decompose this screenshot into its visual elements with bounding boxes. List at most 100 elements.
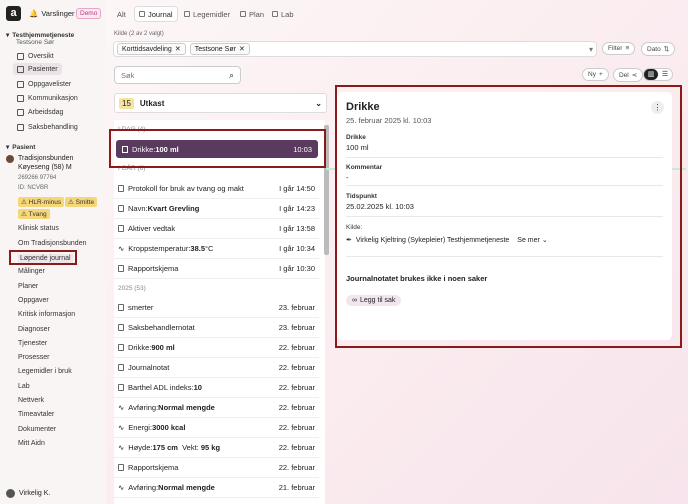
draft-section[interactable]: 15 Utkast ⌄	[114, 93, 327, 113]
user-menu[interactable]: Virkelig K.	[6, 489, 50, 498]
list-item[interactable]: Navn: Kvart Grevling I går 14:23	[114, 199, 319, 219]
source-row: ✒ Virkelig Kjeltring (Sykepleier) Testhj…	[346, 236, 548, 245]
chevron-down-icon[interactable]: ▾	[589, 45, 593, 54]
sidebar-item-kommunikasjon[interactable]: Kommunikasjon	[13, 92, 82, 104]
patient-link-kritisk[interactable]: Kritisk informasjon	[18, 311, 75, 318]
avatar	[6, 489, 15, 498]
tab-legemidler[interactable]: Legemidler	[180, 6, 234, 22]
patient-link-nettverk[interactable]: Nettverk	[18, 397, 44, 404]
list-item[interactable]: Rapportskjema 22. februar	[114, 458, 319, 478]
list-item[interactable]: ∿ Avføring: Normal mengde 21. februar	[114, 478, 319, 498]
detail-subtitle: 25. februar 2025 kl. 10:03	[346, 116, 432, 125]
list-item[interactable]: Protokoll for bruk av tvang og makt I går…	[114, 179, 319, 199]
close-icon[interactable]: ✕	[239, 45, 245, 53]
list-view-icon[interactable]: ☰	[658, 69, 672, 80]
pulse-icon: ∿	[118, 483, 125, 492]
field-label: Kilde:	[346, 224, 363, 231]
patient-link-diagnoser[interactable]: Diagnoser	[18, 326, 50, 333]
smitte-badge: ⚠ Smitte	[65, 197, 98, 207]
lab-icon	[272, 11, 278, 17]
date-button[interactable]: Dato ⇅	[641, 42, 676, 56]
org-subtitle: Testsone Sør	[16, 39, 55, 46]
note-icon	[118, 324, 124, 331]
list-item[interactable]: Barthel ADL indeks: 10 22. februar	[114, 378, 319, 398]
search-input[interactable]	[121, 70, 221, 80]
field-label: Kommentar	[346, 164, 383, 171]
list-item[interactable]: ∿ Kroppstemperatur: 38.5 °C I går 10:34	[114, 239, 319, 259]
filter-chip[interactable]: Korttidsavdeling ✕	[117, 43, 186, 55]
share-button[interactable]: Del ⋖	[613, 68, 644, 82]
section-year: 2025 (53)	[118, 285, 146, 292]
list-item[interactable]: ∿ Energi: 3000 kcal 22. februar	[114, 418, 319, 438]
patient-link-malinger[interactable]: Målinger	[18, 268, 45, 275]
split-view-icon[interactable]: ▥	[644, 69, 658, 80]
list-item[interactable]: ∿ Høyde: 175 cm Vekt: 95 kg 22. februar	[114, 438, 319, 458]
share-icon: ⋖	[631, 72, 638, 79]
patient-link-timeavtaler[interactable]: Timeavtaler	[18, 411, 54, 418]
filter-chip[interactable]: Testsone Sør ✕	[189, 43, 250, 55]
tvang-badge: ⚠ Tvang	[18, 209, 50, 219]
list-item[interactable]: Rapportskjema I går 10:30	[114, 259, 319, 279]
journal-icon	[139, 11, 145, 17]
detail-title: Drikke	[346, 101, 380, 113]
note-icon	[118, 265, 124, 272]
add-case-button[interactable]: ∞ Legg til sak	[346, 295, 402, 306]
divider	[346, 157, 663, 158]
tab-journal[interactable]: Journal	[134, 6, 178, 22]
divider	[346, 185, 663, 186]
source-filter[interactable]: Korttidsavdeling ✕ Testsone Sør ✕ ▾	[113, 41, 597, 57]
notifications-button[interactable]: 🔔 Varslinger	[29, 9, 75, 18]
patient-link-dokumenter[interactable]: Dokumenter	[18, 426, 56, 433]
app-logo[interactable]: a	[6, 6, 21, 21]
list-item[interactable]: Aktiver vedtak I går 13:58	[114, 219, 319, 239]
journal-list: I DAG (4) Drikke: 100 ml 10:03 I GÅR (6)…	[114, 120, 325, 504]
patient-link-prosesser[interactable]: Prosesser	[18, 354, 50, 361]
see-more-link[interactable]: Se mer ⌄	[517, 236, 547, 244]
search-icon: ⌕	[228, 69, 234, 80]
patient-link-om[interactable]: Om Tradisjonsbunden	[18, 240, 86, 247]
sidebar-item-pasienter[interactable]: Pasienter	[13, 63, 62, 75]
warning-icon: ⚠	[68, 199, 74, 206]
chat-icon	[17, 94, 24, 102]
list-item[interactable]: smerter 23. februar	[114, 298, 319, 318]
list-item[interactable]: Saksbehandlernotat 23. februar	[114, 318, 319, 338]
highlight-box-list	[109, 129, 326, 168]
patient-link-tjenester[interactable]: Tjenester	[18, 340, 47, 347]
patient-link-mitt-aidn[interactable]: Mitt Aidn	[18, 440, 45, 447]
warning-icon: ⚠	[21, 211, 27, 218]
patient-link-legemidler[interactable]: Legemidler i bruk	[18, 368, 72, 375]
patient-link-klinisk-status[interactable]: Klinisk status	[18, 225, 59, 232]
patient-id: 269266 97764	[18, 175, 57, 181]
filter-button[interactable]: Filter ≡	[602, 42, 636, 55]
tab-plan[interactable]: Plan	[236, 6, 268, 22]
tab-lab[interactable]: Lab	[268, 6, 298, 22]
view-toggle[interactable]: ▥ ☰	[643, 68, 673, 81]
note-icon	[118, 464, 124, 471]
list-item[interactable]: Drikke: 900 ml 22. februar	[114, 338, 319, 358]
hlr-badge: ⚠ HLR-minus	[18, 197, 65, 207]
patient-link-oppgaver[interactable]: Oppgaver	[18, 297, 49, 304]
sidebar-item-saksbehandling[interactable]: Saksbehandling	[13, 121, 82, 133]
org-heading[interactable]: ▾ Testhjemmetjeneste	[6, 31, 74, 40]
patient-heading[interactable]: ▾ Pasient	[6, 143, 35, 152]
plan-icon	[240, 11, 246, 17]
tab-alt[interactable]: Alt	[113, 6, 130, 22]
home-icon	[17, 52, 24, 60]
close-icon[interactable]: ✕	[175, 45, 181, 53]
pill-icon	[184, 11, 190, 17]
list-item[interactable]: Journalnotat 22. februar	[114, 358, 319, 378]
more-options-icon[interactable]: ⋮	[651, 101, 664, 114]
patient-name[interactable]: Tradisjonsbunden	[18, 155, 73, 162]
sidebar-item-oversikt[interactable]: Oversikt	[13, 50, 58, 62]
users-icon	[17, 65, 24, 73]
patient-link-lab[interactable]: Lab	[18, 383, 30, 390]
search-field[interactable]: ⌕	[114, 66, 241, 84]
new-button[interactable]: Ny +	[582, 68, 609, 81]
list-item[interactable]: ∿ Avføring: Normal mengde 22. februar	[114, 398, 319, 418]
sidebar-item-oppgavelister[interactable]: Oppgavelister	[13, 78, 75, 90]
patient-name-line2: Køyeseng (58) M	[18, 164, 72, 171]
sidebar-item-arbeidsdag[interactable]: Arbeidsdag	[13, 106, 67, 118]
note-icon	[118, 344, 124, 351]
chevron-down-icon: ⌄	[315, 98, 322, 108]
patient-link-planer[interactable]: Planer	[18, 283, 38, 290]
